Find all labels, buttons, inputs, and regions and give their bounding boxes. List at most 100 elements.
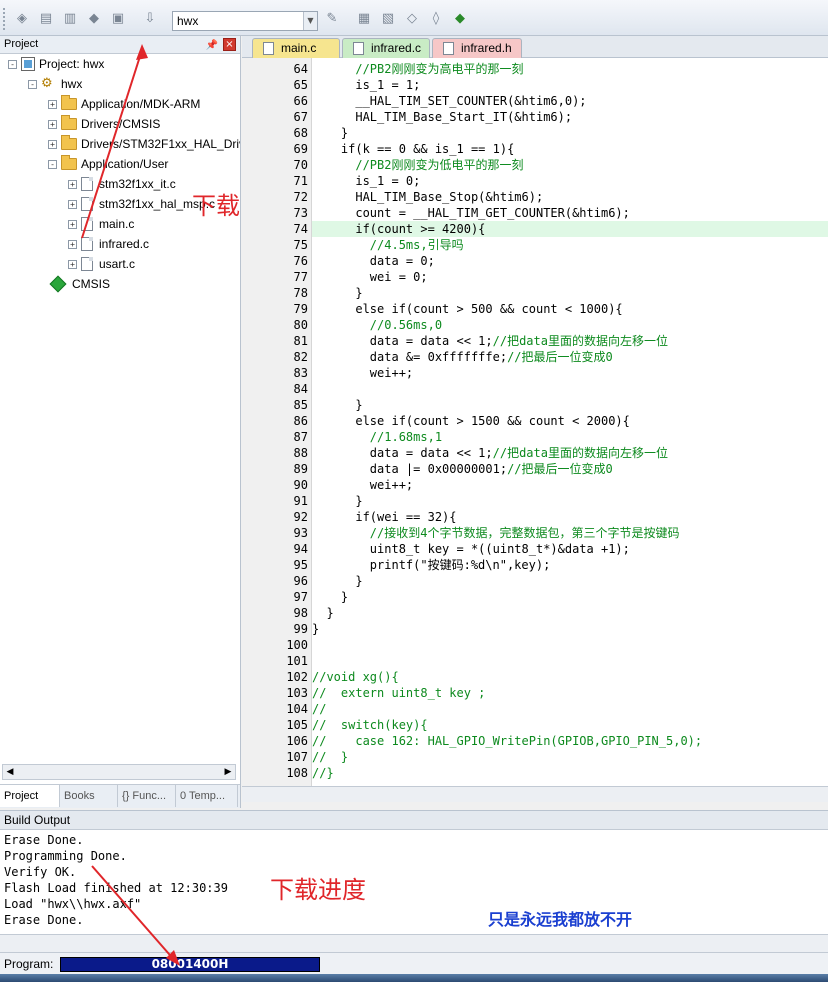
build-output-scrollbar[interactable] xyxy=(0,934,828,952)
chevron-down-icon[interactable]: ▼ xyxy=(303,12,317,30)
expand-icon[interactable]: + xyxy=(68,219,77,229)
code-line[interactable]: 100 xyxy=(286,637,828,653)
tree-horizontal-scrollbar[interactable]: ◀ ▶ xyxy=(2,764,236,780)
close-icon[interactable]: × xyxy=(223,38,236,51)
download-icon[interactable]: ⇩ xyxy=(140,8,160,28)
code-line[interactable]: 77 wei = 0; xyxy=(294,269,828,285)
code-line[interactable]: 81 data = data << 1;//把data里面的数据向左移一位 xyxy=(294,333,828,349)
settings-icon[interactable]: ▦ xyxy=(354,8,374,28)
code-line[interactable]: 107 // } xyxy=(286,749,828,765)
code-editor[interactable]: 64 //PB2刚刚变为高电平的那一刻 65 is_1 = 1; 66 __HAL_… xyxy=(242,58,828,786)
tree-node[interactable]: + usart.c xyxy=(68,254,135,274)
expand-icon[interactable]: + xyxy=(68,199,77,209)
tab-templates[interactable]: 0 Temp... xyxy=(176,785,238,807)
code-line[interactable]: 96 } xyxy=(294,573,828,589)
code-line[interactable]: 103 // extern uint8_t key ; xyxy=(286,685,828,701)
code-line[interactable]: 97 } xyxy=(294,589,828,605)
code-line[interactable]: 69 if(k == 0 && is_1 == 1){ xyxy=(294,141,828,157)
code-line[interactable]: 83 wei++; xyxy=(294,365,828,381)
save-all-icon[interactable]: ▥ xyxy=(60,8,80,28)
code-line[interactable]: 82 data &= 0xfffffffe;//把最后一位变成0 xyxy=(294,349,828,365)
expand-icon[interactable]: + xyxy=(48,139,57,149)
tree-node[interactable]: + main.c xyxy=(68,214,134,234)
code-line[interactable]: 65 is_1 = 1; xyxy=(294,77,828,93)
code-line[interactable]: 73 count = __HAL_TIM_GET_COUNTER(&htim6)… xyxy=(294,205,828,221)
toolbar-grip[interactable] xyxy=(3,8,6,30)
batch-icon[interactable]: ◆ xyxy=(84,8,104,28)
code-line[interactable]: 86 else if(count > 1500 && count < 2000)… xyxy=(294,413,828,429)
tree-node[interactable]: + Application/MDK-ARM xyxy=(48,94,200,114)
code-line[interactable]: 102 //void xg(){ xyxy=(286,669,828,685)
annotation-lyric: 只是永远我都放不开 xyxy=(488,910,633,929)
tree-node[interactable]: - ⚙ hwx xyxy=(28,74,82,94)
scroll-right-icon[interactable]: ▶ xyxy=(221,765,235,779)
code-line[interactable]: 89 data |= 0x00000001;//把最后一位变成0 xyxy=(294,461,828,477)
expand-icon[interactable]: + xyxy=(48,99,57,109)
tab-functions[interactable]: {} Func... xyxy=(118,785,176,807)
code-line[interactable]: 85 } xyxy=(294,397,828,413)
expand-icon[interactable]: + xyxy=(48,119,57,129)
code-line[interactable]: 74 if(count >= 4200){ xyxy=(294,221,828,237)
print-icon[interactable]: ▣ xyxy=(108,8,128,28)
code-line[interactable]: 93 //接收到4个字节数据，完整数据包，第三个字节是按键码 xyxy=(294,525,828,541)
code-line[interactable]: 95 printf("按键码:%d\n",key); xyxy=(294,557,828,573)
code-line[interactable]: 91 } xyxy=(294,493,828,509)
code-line[interactable]: 104 // xyxy=(286,701,828,717)
editor-horizontal-scrollbar[interactable] xyxy=(242,786,828,802)
magic-wand-icon[interactable]: ✎ xyxy=(322,8,342,28)
code-line[interactable]: 90 wei++; xyxy=(294,477,828,493)
build-output-window[interactable]: Erase Done. Programming Done. Verify OK. Fl… xyxy=(0,830,828,934)
expand-icon[interactable]: + xyxy=(68,239,77,249)
code-line[interactable]: 87 //1.68ms,1 xyxy=(294,429,828,445)
code-line[interactable]: 105 // switch(key){ xyxy=(286,717,828,733)
code-line[interactable]: 64 //PB2刚刚变为高电平的那一刻 xyxy=(294,61,828,77)
code-line[interactable]: 76 data = 0; xyxy=(294,253,828,269)
options-icon[interactable]: ◊ xyxy=(426,8,446,28)
code-line[interactable]: 70 //PB2刚刚变为低电平的那一刻 xyxy=(294,157,828,173)
tab-main-c[interactable]: main.c xyxy=(252,38,340,58)
tree-node[interactable]: CMSIS xyxy=(48,274,110,294)
tab-infrared-h[interactable]: infrared.h xyxy=(432,38,522,58)
tree-node[interactable]: + stm32f1xx_it.c xyxy=(68,174,176,194)
code-line[interactable]: 75 //4.5ms,引导吗 xyxy=(294,237,828,253)
tab-books[interactable]: Books xyxy=(60,785,118,807)
code-line[interactable]: 79 else if(count > 500 && count < 1000){ xyxy=(294,301,828,317)
code-line[interactable]: 72 HAL_TIM_Base_Stop(&htim6); xyxy=(294,189,828,205)
code-line[interactable]: 98 } xyxy=(294,605,828,621)
manage-icon[interactable]: ▧ xyxy=(378,8,398,28)
pin-icon[interactable]: 📌 xyxy=(206,37,218,54)
code-area[interactable]: 64 //PB2刚刚变为高电平的那一刻 65 is_1 = 1; 66 __HAL_… xyxy=(286,61,828,781)
tree-node[interactable]: - Application/User xyxy=(48,154,168,174)
tab-project[interactable]: Project xyxy=(0,785,60,807)
expand-icon[interactable]: + xyxy=(68,259,77,269)
tree-node[interactable]: - Project: hwx xyxy=(8,54,104,74)
code-line[interactable]: 80 //0.56ms,0 xyxy=(294,317,828,333)
expand-icon[interactable]: + xyxy=(68,179,77,189)
collapse-icon[interactable]: - xyxy=(28,79,37,89)
code-line[interactable]: 106 // case 162: HAL_GPIO_WritePin(GPIOB,… xyxy=(286,733,828,749)
code-line[interactable]: 94 uint8_t key = *((uint8_t*)&data +1); xyxy=(294,541,828,557)
code-line[interactable]: 88 data = data << 1;//把data里面的数据向左移一位 xyxy=(294,445,828,461)
code-line[interactable]: 84 xyxy=(294,381,828,397)
code-line[interactable]: 67 HAL_TIM_Base_Start_IT(&htim6); xyxy=(294,109,828,125)
code-line[interactable]: 101 xyxy=(286,653,828,669)
collapse-icon[interactable]: - xyxy=(8,59,17,69)
tree-node[interactable]: + infrared.c xyxy=(68,234,149,254)
tree-node[interactable]: + Drivers/CMSIS xyxy=(48,114,160,134)
code-line[interactable]: 92 if(wei == 32){ xyxy=(294,509,828,525)
code-line[interactable]: 66 __HAL_TIM_SET_COUNTER(&htim6,0); xyxy=(294,93,828,109)
pack-icon[interactable]: ◇ xyxy=(402,8,422,28)
load-icon[interactable]: ◈ xyxy=(12,8,32,28)
target-select[interactable]: hwx ▼ xyxy=(172,11,318,31)
collapse-icon[interactable]: - xyxy=(48,159,57,169)
code-line[interactable]: 78 } xyxy=(294,285,828,301)
code-line[interactable]: 99} xyxy=(294,621,828,637)
save-icon[interactable]: ▤ xyxy=(36,8,56,28)
scroll-left-icon[interactable]: ◀ xyxy=(3,765,17,779)
code-line[interactable]: 71 is_1 = 0; xyxy=(294,173,828,189)
code-line[interactable]: 108 //} xyxy=(286,765,828,781)
tree-node[interactable]: + Drivers/STM32F1xx_HAL_Driv xyxy=(48,134,240,154)
tab-infrared-c[interactable]: infrared.c xyxy=(342,38,430,58)
code-line[interactable]: 68 } xyxy=(294,125,828,141)
debug-icon[interactable]: ◆ xyxy=(450,8,470,28)
